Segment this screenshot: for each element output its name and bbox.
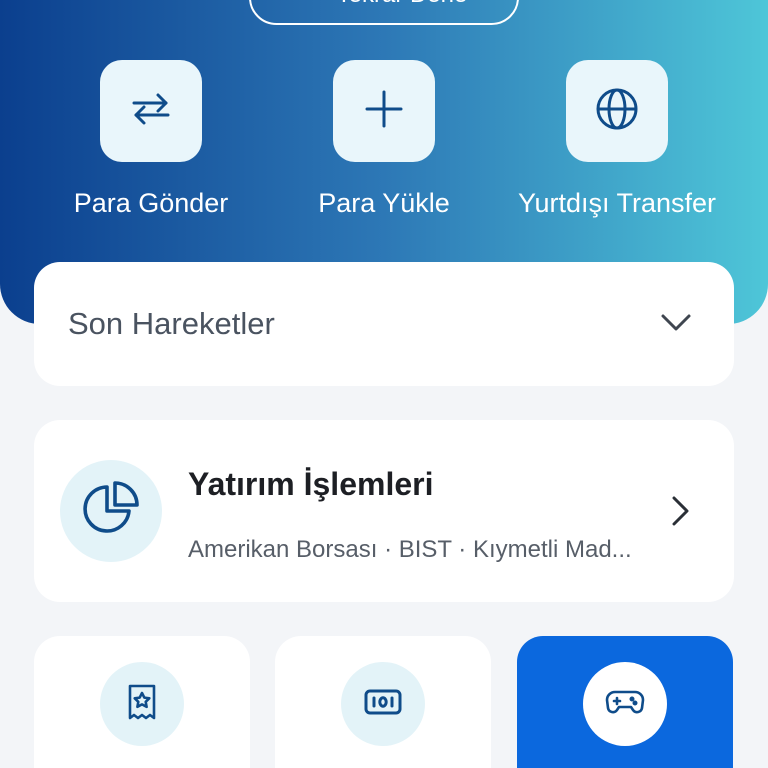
send-money-label: Para Gönder (73, 188, 229, 218)
recent-transactions-card[interactable]: Son Hareketler (34, 262, 734, 386)
send-money-action[interactable]: Para Gönder (41, 60, 261, 219)
investment-title: Yatırım İşlemleri (188, 466, 434, 502)
banknote-icon (361, 680, 405, 729)
chevron-down-icon[interactable] (658, 304, 694, 345)
swap-arrows-icon (126, 84, 176, 139)
load-money-action[interactable]: Para Yükle (274, 60, 494, 219)
international-transfer-action[interactable]: Yurtdışı Transfer (507, 60, 727, 219)
quick-tile-games[interactable] (517, 636, 733, 768)
international-transfer-tile[interactable] (566, 60, 668, 162)
recent-transactions-title: Son Hareketler (68, 306, 275, 341)
quick-tile-icon-circle (583, 662, 667, 746)
retry-label: Tekrar Dene (337, 0, 468, 9)
quick-tile-icon-circle (341, 662, 425, 746)
international-transfer-label: Yurtdışı Transfer (517, 188, 717, 218)
quick-tile-cash[interactable] (275, 636, 491, 768)
refresh-icon (301, 0, 325, 9)
chevron-right-icon[interactable] (664, 494, 696, 528)
investment-icon-circle (60, 460, 162, 562)
receipt-star-icon (120, 680, 164, 729)
load-money-label: Para Yükle (318, 188, 450, 218)
plus-icon (359, 84, 409, 139)
send-money-tile[interactable] (100, 60, 202, 162)
investment-card[interactable]: Yatırım İşlemleri Amerikan Borsası · BIS… (34, 420, 734, 602)
gamepad-icon (603, 680, 647, 729)
globe-icon (592, 84, 642, 139)
load-money-tile[interactable] (333, 60, 435, 162)
quick-tile-icon-circle (100, 662, 184, 746)
investment-subtitle: Amerikan Borsası · BIST · Kıymetli Mad..… (188, 536, 632, 563)
pie-chart-icon (79, 477, 143, 546)
quick-tile-rewards[interactable] (34, 636, 250, 768)
retry-button[interactable]: Tekrar Dene (249, 0, 519, 25)
